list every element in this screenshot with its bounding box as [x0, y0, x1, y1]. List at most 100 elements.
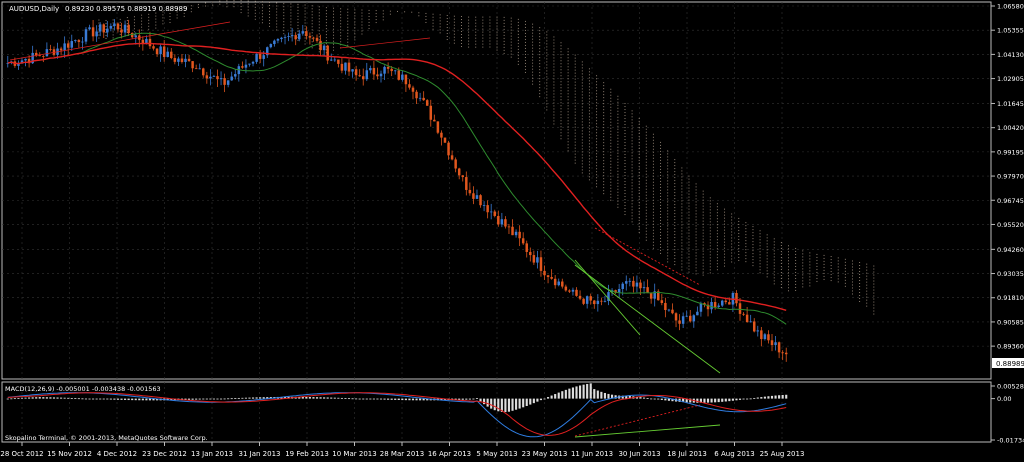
cloud-dot	[667, 159, 669, 161]
cloud-dot	[560, 69, 562, 71]
cloud-dot	[567, 144, 569, 146]
cloud-dot	[795, 265, 797, 267]
macd-histogram-bar	[60, 397, 63, 399]
cloud-dot	[638, 168, 640, 170]
cloud-dot	[283, 33, 285, 35]
cloud-dot	[652, 214, 654, 216]
cloud-dot	[489, 25, 491, 27]
cloud-dot	[539, 27, 541, 29]
cloud-dot	[588, 164, 590, 166]
cloud-dot	[652, 184, 654, 186]
cloud-dot	[361, 27, 363, 29]
cloud-dot	[503, 22, 505, 24]
cloud-dot	[695, 198, 697, 200]
cloud-dot	[788, 278, 789, 280]
cloud-dot	[503, 31, 505, 33]
cloud-dot	[624, 109, 626, 111]
cloud-dot	[702, 259, 704, 261]
cloud-dot	[340, 14, 342, 16]
cloud-dot	[617, 170, 619, 172]
cloud-dot	[603, 97, 605, 99]
cloud-dot	[660, 192, 662, 194]
cloud-dot	[112, 19, 114, 21]
cloud-dot	[780, 281, 782, 283]
cloud-dot	[539, 69, 541, 71]
cloud-dot	[837, 266, 839, 268]
cloud-dot	[524, 41, 526, 43]
cloud-dot	[546, 49, 548, 51]
candle-body	[507, 226, 511, 228]
cloud-dot	[667, 192, 669, 194]
cloud-dot	[603, 142, 605, 144]
cloud-dot	[645, 152, 647, 154]
cloud-dot	[695, 234, 697, 236]
cloud-dot	[752, 244, 754, 246]
cloud-dot	[610, 103, 612, 105]
cloud-dot	[766, 273, 768, 275]
cloud-dot	[652, 166, 654, 168]
cloud-dot	[695, 201, 697, 203]
cloud-dot	[738, 217, 740, 219]
cloud-dot	[610, 172, 612, 174]
cloud-dot	[837, 257, 839, 259]
cloud-dot	[752, 250, 754, 252]
candle-body	[639, 282, 642, 289]
macd-histogram-bar	[475, 398, 479, 399]
cloud-dot	[283, 21, 285, 23]
cloud-dot	[361, 33, 363, 35]
cloud-dot	[873, 292, 875, 294]
cloud-dot	[617, 128, 619, 130]
cloud-dot	[581, 139, 583, 141]
cloud-dot	[702, 274, 704, 276]
cloud-dot	[702, 265, 704, 267]
candle-body	[127, 24, 130, 33]
cloud-dot	[517, 30, 519, 32]
cloud-dot	[716, 242, 718, 244]
macd-histogram-bar	[52, 397, 56, 399]
cloud-dot	[660, 141, 662, 143]
candle-body	[91, 27, 95, 37]
macd-histogram-bar	[131, 398, 134, 401]
cloud-dot	[98, 34, 100, 36]
cloud-dot	[560, 117, 562, 119]
chart-canvas[interactable]: 1.065801.053551.041301.029051.016451.004…	[0, 0, 1024, 462]
cloud-dot	[446, 33, 448, 35]
macd-histogram-bar	[397, 398, 400, 401]
cloud-dot	[780, 284, 782, 286]
cloud-dot	[624, 124, 626, 126]
cloud-dot	[119, 24, 121, 26]
cloud-dot	[873, 283, 875, 285]
cloud-dot	[802, 268, 804, 270]
cloud-dot	[311, 14, 313, 16]
candle-body	[461, 175, 465, 178]
cloud-dot	[859, 300, 861, 302]
cloud-dot	[205, 5, 207, 7]
cloud-dot	[745, 243, 747, 245]
cloud-dot	[297, 6, 299, 8]
cloud-dot	[830, 280, 832, 282]
macd-histogram-bar	[326, 397, 329, 399]
cloud-dot	[596, 84, 598, 86]
cloud-dot	[610, 136, 612, 138]
cloud-dot	[304, 19, 306, 21]
cloud-dot	[460, 28, 462, 30]
candle-body	[585, 296, 589, 304]
cloud-dot	[752, 256, 754, 258]
cloud-dot	[837, 263, 839, 265]
cloud-dot	[560, 66, 562, 68]
cloud-dot	[631, 179, 633, 181]
cloud-dot	[347, 23, 349, 25]
cloud-dot	[638, 141, 640, 143]
cloud-dot	[333, 22, 335, 24]
cloud-dot	[674, 204, 676, 206]
candle-body	[408, 84, 411, 88]
cloud-dot	[539, 66, 541, 68]
cloud-dot	[667, 201, 669, 203]
cloud-dot	[709, 254, 711, 256]
cloud-dot	[588, 158, 590, 160]
cloud-dot	[176, 14, 178, 16]
cloud-dot	[617, 158, 619, 160]
cloud-dot	[567, 66, 569, 68]
cloud-dot	[624, 202, 626, 204]
cloud-dot	[567, 120, 569, 122]
